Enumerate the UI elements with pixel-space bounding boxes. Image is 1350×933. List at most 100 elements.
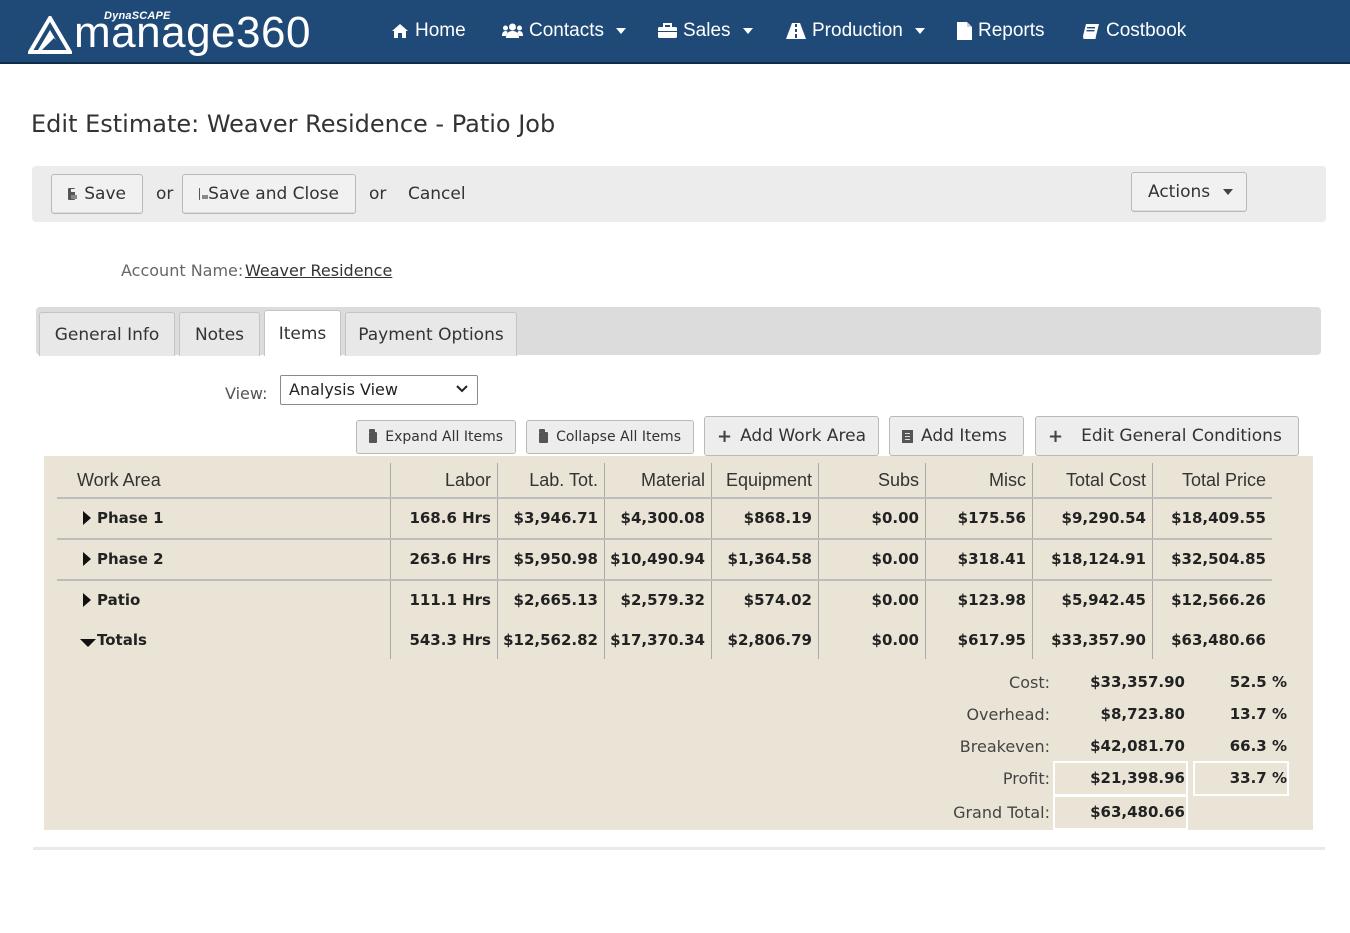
cell-misc: $318.41 [957,550,1026,568]
or-text: or [156,184,174,204]
nav-sales-label: Sales [683,20,731,41]
summary-grand-total-label: Grand Total: [953,803,1050,822]
cancel-link[interactable]: Cancel [408,184,466,204]
road-icon [786,23,806,39]
column-divider [497,463,498,659]
users-icon [502,23,523,38]
cell-equipment: $1,364.58 [727,550,812,568]
cell-labor: 263.6 Hrs [409,550,491,568]
top-navigation-bar: DynaSCAPE manage360 Home Contacts Sales [0,0,1350,64]
nav-costbook[interactable]: Costbook [1083,18,1186,44]
collapse-all-items-button[interactable]: Collapse All Items [526,420,694,454]
manage360-logo[interactable]: DynaSCAPE manage360 [28,8,373,58]
cell-lab-tot: $3,946.71 [513,509,598,527]
header-labor: Labor [444,469,491,490]
cell-equipment: $574.02 [743,591,812,609]
column-divider [1152,463,1153,659]
summary-grand-total-value: $63,480.66 [1090,803,1185,821]
collapse-arrow-icon[interactable] [80,639,96,647]
row-label: Patio [97,591,141,609]
expand-arrow-icon[interactable] [83,511,91,525]
view-label: View: [225,384,268,403]
nav-home[interactable]: Home [391,18,466,44]
summary-cost-value: $33,357.90 [1090,673,1185,691]
cell-total-price: $12,566.26 [1171,591,1266,609]
cell-equipment: $2,806.79 [727,631,812,649]
cell-total-price: $18,409.55 [1171,509,1266,527]
chevron-down-icon [1223,189,1234,195]
view-selected-value: Analysis View [289,380,398,399]
cell-labor: 111.1 Hrs [409,591,491,609]
header-misc: Misc [989,469,1026,490]
summary-cost-label: Cost: [1009,673,1050,692]
document-icon [957,22,972,40]
save-and-close-button[interactable]: Save and Close [182,174,356,214]
cell-total-cost: $18,124.91 [1051,550,1146,568]
nav-production-label: Production [812,20,903,41]
cell-labor: 168.6 Hrs [409,509,491,527]
actions-dropdown-button[interactable]: Actions [1131,172,1247,212]
cell-material: $4,300.08 [620,509,705,527]
view-select[interactable]: Analysis View [280,375,478,405]
nav-sales[interactable]: Sales [658,18,753,44]
expand-all-items-button[interactable]: Expand All Items [356,420,516,454]
chevron-down-icon [914,28,925,34]
header-subs: Subs [877,469,919,490]
column-divider [604,463,605,659]
header-material: Material [640,469,705,490]
expand-all-label: Expand All Items [385,429,503,445]
account-name-link[interactable]: Weaver Residence [245,261,392,280]
cell-total-cost: $33,357.90 [1051,631,1146,649]
cell-misc: $175.56 [957,509,1026,527]
tab-general-info[interactable]: General Info [39,312,175,356]
summary-profit-pct: 33.7 % [1229,769,1287,787]
logo-triangle-icon [28,16,72,54]
header-total-price: Total Price [1181,469,1266,490]
column-divider [711,463,712,659]
add-items-label: Add Items [921,426,1007,446]
header-work-area: Work Area [77,469,161,490]
page-title: Edit Estimate: Weaver Residence - Patio … [31,110,556,138]
expand-arrow-icon[interactable] [83,593,91,607]
summary-breakeven-label: Breakeven: [959,737,1050,756]
header-equipment: Equipment [725,469,812,490]
cell-total-price: $32,504.85 [1171,550,1266,568]
cell-lab-tot: $5,950.98 [513,550,598,568]
nav-costbook-label: Costbook [1106,20,1187,41]
column-divider [1032,463,1033,659]
summary-overhead-label: Overhead: [966,705,1050,724]
save-button[interactable]: Save [51,174,143,214]
row-name-cell[interactable]: Phase 1 [83,498,383,538]
summary-overhead-value: $8,723.80 [1100,705,1185,723]
row-name-cell[interactable]: Totals [80,620,380,660]
list-icon [902,429,913,443]
row-label: Phase 1 [97,509,164,527]
cell-total-price: $63,480.66 [1171,631,1266,649]
cell-subs: $0.00 [871,509,919,527]
row-label: Phase 2 [97,550,164,568]
column-divider [925,463,926,659]
chevron-down-icon [615,28,626,34]
add-items-button[interactable]: Add Items [889,416,1024,456]
header-total-cost: Total Cost [1065,469,1146,490]
nav-reports[interactable]: Reports [957,18,1045,44]
nav-production[interactable]: Production [786,18,925,44]
row-name-cell[interactable]: Phase 2 [83,539,383,579]
row-name-cell[interactable]: Patio [83,580,383,620]
cell-labor: 543.3 Hrs [409,631,491,649]
cell-misc: $123.98 [957,591,1026,609]
summary-profit-label: Profit: [1002,769,1050,788]
cell-misc: $617.95 [957,631,1026,649]
summary-overhead-pct: 13.7 % [1229,705,1287,723]
collapse-all-label: Collapse All Items [556,429,681,445]
tab-payment-options[interactable]: Payment Options [345,312,517,356]
or-text: or [369,184,387,204]
add-work-area-button[interactable]: + Add Work Area [704,416,879,456]
tab-notes[interactable]: Notes [179,312,260,356]
nav-contacts[interactable]: Contacts [502,18,626,44]
cell-material: $10,490.94 [610,550,705,568]
cell-lab-tot: $12,562.82 [503,631,598,649]
expand-arrow-icon[interactable] [83,552,91,566]
tab-items[interactable]: Items [264,310,341,356]
edit-general-conditions-button[interactable]: + Edit General Conditions [1035,416,1299,456]
